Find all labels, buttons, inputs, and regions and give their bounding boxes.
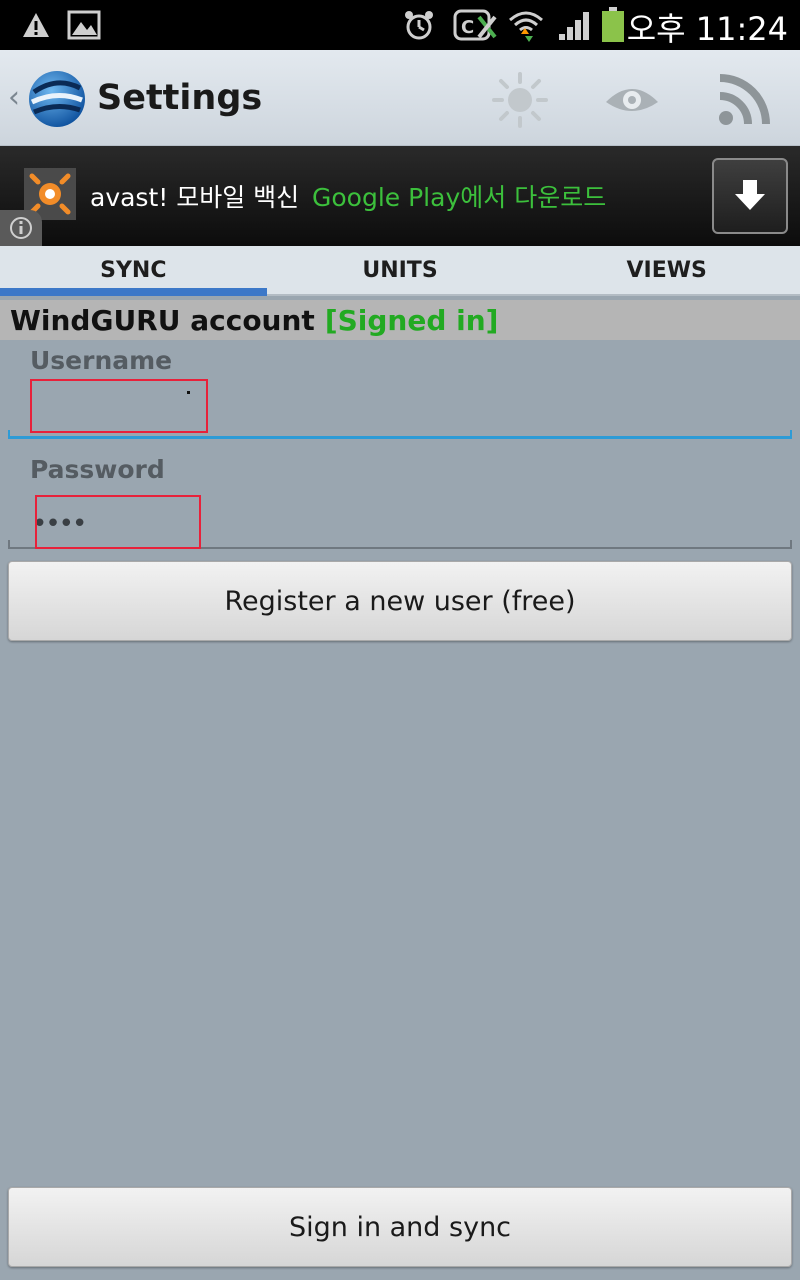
status-bar: C 오후 11:24	[0, 0, 800, 50]
account-title: WindGURU account	[10, 303, 315, 337]
register-button[interactable]: Register a new user (free)	[8, 561, 792, 641]
tab-bar: SYNC UNITS VIEWS	[0, 246, 800, 296]
info-icon[interactable]	[0, 210, 42, 246]
signed-in-status: [Signed in]	[324, 303, 499, 337]
underline-tick	[790, 430, 792, 439]
download-arrow-icon	[735, 180, 765, 210]
tab-units[interactable]: UNITS	[267, 246, 534, 294]
screen-mirror-icon: C	[452, 8, 500, 42]
status-time: 오후 11:24	[626, 10, 788, 48]
ad-app-name: avast! 모바일 백신	[90, 183, 300, 212]
tab-sync[interactable]: SYNC	[0, 246, 267, 296]
rss-icon[interactable]	[714, 70, 774, 130]
back-chevron-icon[interactable]: ‹	[8, 80, 20, 115]
warning-icon	[22, 8, 50, 42]
battery-icon	[600, 7, 626, 42]
image-icon	[66, 8, 102, 42]
underline-tick	[8, 430, 10, 439]
tab-units-label: UNITS	[362, 257, 438, 283]
page-title: Settings	[97, 78, 263, 118]
underline-tick	[8, 540, 10, 549]
password-highlight-box	[35, 495, 201, 549]
tab-views-label: VIEWS	[626, 257, 707, 283]
sign-in-sync-button[interactable]: Sign in and sync	[8, 1187, 792, 1267]
username-label: Username	[30, 346, 173, 375]
tab-sync-label: SYNC	[100, 257, 167, 283]
svg-text:C: C	[461, 17, 474, 38]
username-highlight-box	[30, 379, 208, 433]
text-cursor	[187, 391, 190, 394]
signal-icon	[556, 8, 594, 42]
underline-tick	[790, 540, 792, 549]
username-underline	[8, 436, 792, 439]
eye-icon[interactable]	[602, 70, 662, 130]
alarm-icon	[402, 8, 436, 42]
download-button[interactable]	[712, 158, 788, 234]
ad-cta-text[interactable]: Google Play에서 다운로드	[312, 178, 606, 214]
password-label: Password	[30, 455, 165, 484]
account-section-header: WindGURU account [Signed in]	[0, 300, 800, 340]
wifi-icon	[506, 8, 546, 42]
action-bar: ‹ Settings	[0, 50, 800, 146]
brightness-icon[interactable]	[490, 70, 550, 130]
windguru-logo-icon[interactable]	[26, 68, 88, 130]
tab-views[interactable]: VIEWS	[533, 246, 800, 294]
